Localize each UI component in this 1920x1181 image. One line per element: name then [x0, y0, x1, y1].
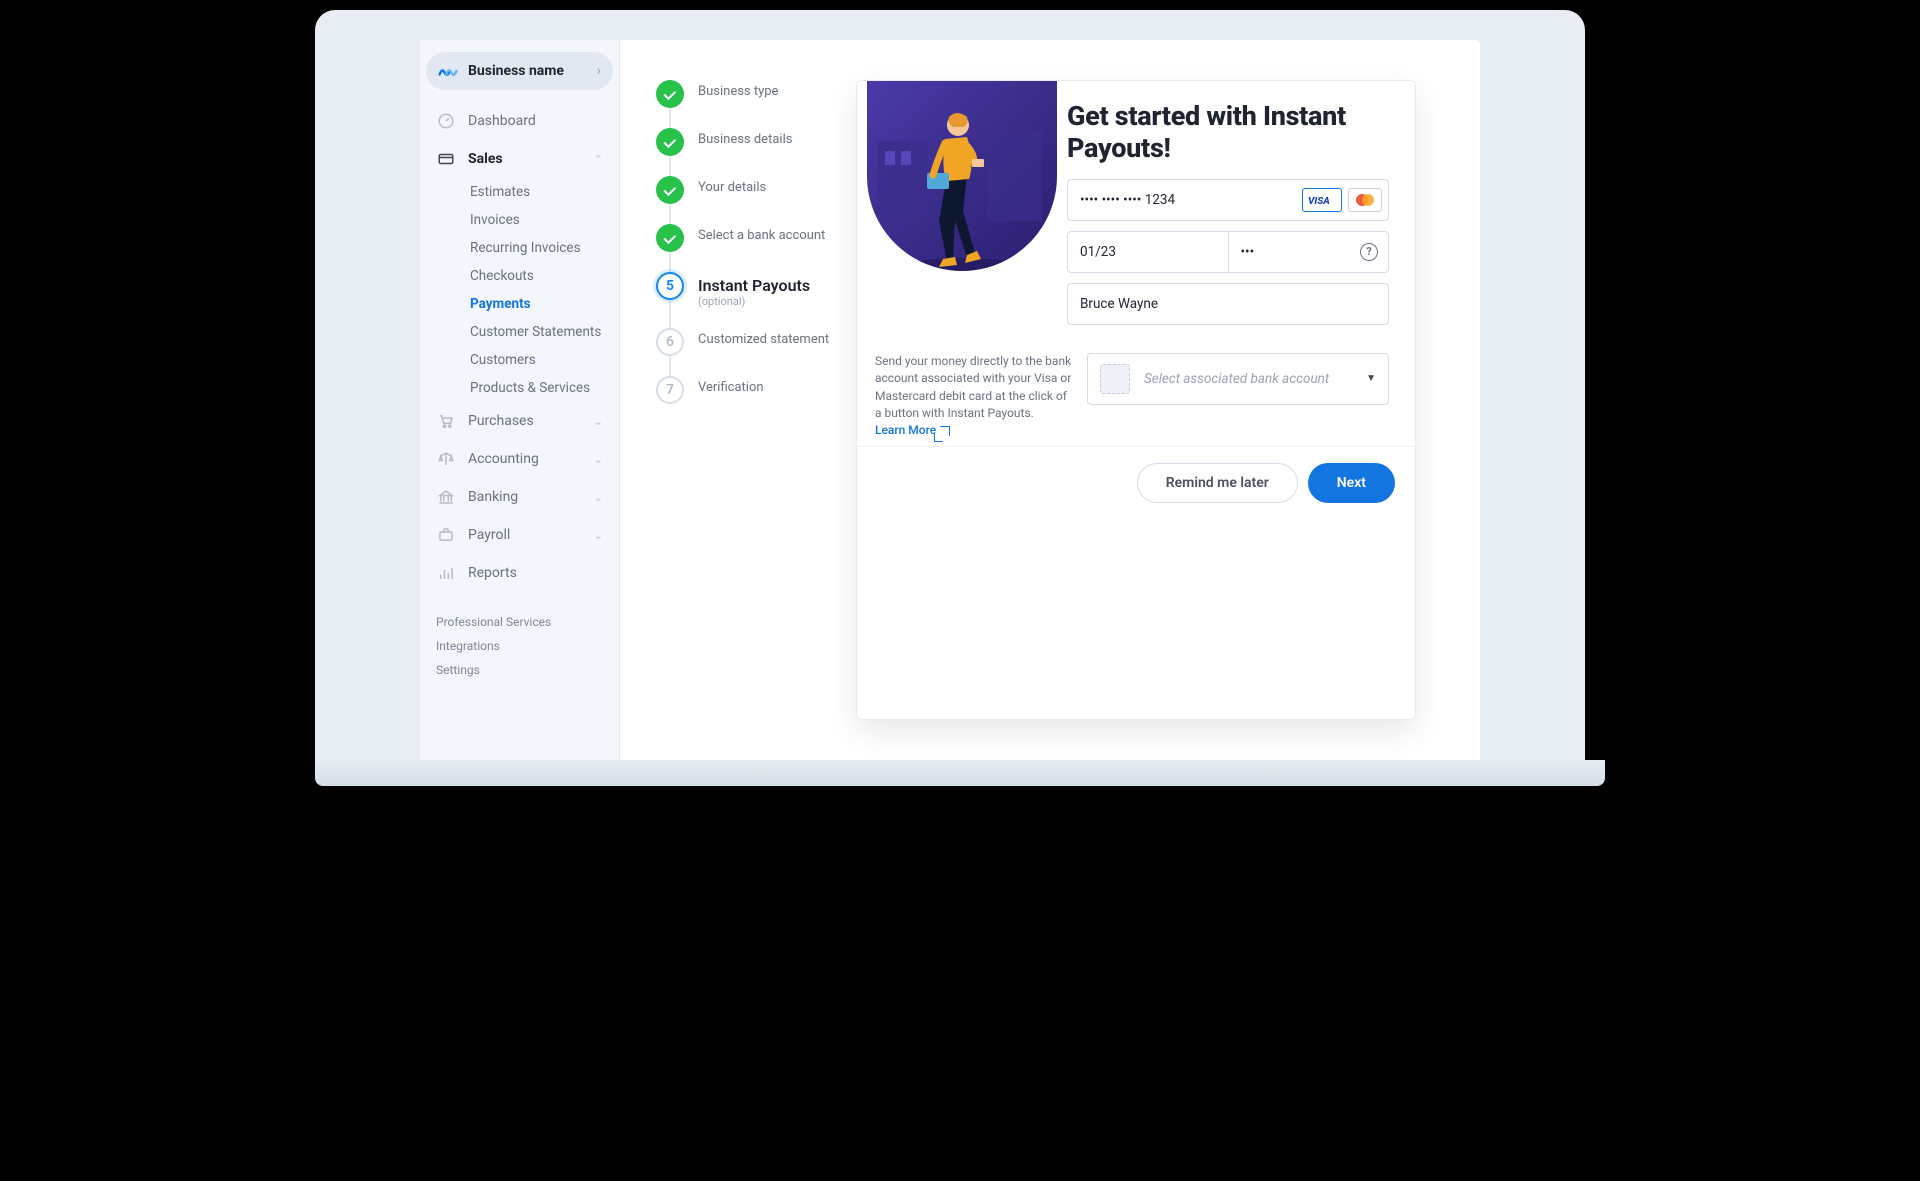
instant-payouts-card: Get started with Instant Payouts! •••• •… [856, 80, 1416, 720]
step-number-icon: 5 [656, 272, 684, 300]
step-customized-statement[interactable]: 6Customized statement [656, 328, 856, 376]
sidebar-item-customer-statements[interactable]: Customer Statements [470, 318, 613, 346]
gauge-icon [436, 111, 456, 131]
step-number-icon: 7 [656, 376, 684, 404]
briefcase-icon [436, 525, 456, 545]
business-name: Business name [468, 63, 597, 79]
visa-icon: VISA [1302, 188, 1342, 212]
learn-more-link[interactable]: Learn More [875, 422, 950, 439]
sidebar-item-estimates[interactable]: Estimates [470, 178, 613, 206]
sidebar-item-payments[interactable]: Payments [470, 290, 613, 318]
sidebar-item-checkouts[interactable]: Checkouts [470, 262, 613, 290]
illustration-person-walking [867, 81, 1057, 271]
caret-down-icon: ▼ [1366, 373, 1376, 384]
svg-text:VISA: VISA [1308, 196, 1330, 205]
chevron-up-icon: ⌃ [594, 153, 603, 166]
sidebar-item-accounting[interactable]: Accounting ⌄ [426, 440, 613, 478]
chevron-down-icon: ⌄ [594, 491, 603, 504]
help-icon[interactable]: ? [1360, 243, 1378, 261]
sidebar-item-products-services[interactable]: Products & Services [470, 374, 613, 402]
sidebar-item-purchases[interactable]: Purchases ⌄ [426, 402, 613, 440]
sidebar-item-recurring-invoices[interactable]: Recurring Invoices [470, 234, 613, 262]
bank-thumbnail-placeholder-icon [1100, 364, 1130, 394]
card-number-field[interactable]: •••• •••• •••• 1234 VISA [1067, 179, 1389, 221]
business-switcher[interactable]: Business name › [426, 52, 613, 90]
sidebar-item-customers[interactable]: Customers [470, 346, 613, 374]
bank-icon [436, 487, 456, 507]
cardholder-name-field[interactable]: Bruce Wayne [1067, 283, 1389, 325]
sidebar-item-reports[interactable]: Reports [426, 554, 613, 592]
main-content: Business type Business details Your deta… [620, 40, 1480, 760]
sidebar-item-invoices[interactable]: Invoices [470, 206, 613, 234]
chevron-down-icon: ⌄ [594, 415, 603, 428]
sidebar-link-integrations[interactable]: Integrations [436, 634, 603, 658]
sidebar-item-dashboard[interactable]: Dashboard [426, 102, 613, 140]
sidebar-link-professional-services[interactable]: Professional Services [436, 610, 603, 634]
sidebar-link-settings[interactable]: Settings [436, 658, 603, 682]
bar-chart-icon [436, 563, 456, 583]
step-number-icon: 6 [656, 328, 684, 356]
step-your-details[interactable]: Your details [656, 176, 856, 224]
chevron-down-icon: ⌄ [594, 453, 603, 466]
card-heading: Get started with Instant Payouts! [1067, 101, 1389, 165]
mastercard-icon [1348, 188, 1382, 212]
remind-later-button[interactable]: Remind me later [1137, 463, 1298, 503]
bank-select-placeholder: Select associated bank account [1144, 371, 1366, 387]
sidebar-item-payroll[interactable]: Payroll ⌄ [426, 516, 613, 554]
cardholder-name-value: Bruce Wayne [1068, 284, 1388, 324]
check-icon [656, 176, 684, 204]
step-business-type[interactable]: Business type [656, 80, 856, 128]
chevron-right-icon: › [597, 63, 601, 79]
card-number-value: •••• •••• •••• 1234 [1068, 180, 1296, 220]
external-link-icon [940, 426, 950, 436]
next-button[interactable]: Next [1308, 463, 1395, 503]
cvc-value: ••• [1229, 232, 1361, 272]
step-select-bank[interactable]: Select a bank account [656, 224, 856, 272]
sidebar-item-sales[interactable]: Sales ⌃ [426, 140, 613, 178]
sidebar: Business name › Dashboard Sales ⌃ Estima… [420, 40, 620, 760]
check-icon [656, 128, 684, 156]
onboarding-steps: Business type Business details Your deta… [656, 80, 856, 720]
step-business-details[interactable]: Business details [656, 128, 856, 176]
expiry-field[interactable]: 01/23 [1067, 231, 1229, 273]
step-verification[interactable]: 7Verification [656, 376, 856, 424]
check-icon [656, 224, 684, 252]
expiry-value: 01/23 [1068, 232, 1228, 272]
sales-submenu: Estimates Invoices Recurring Invoices Ch… [426, 178, 613, 402]
card-description: Send your money directly to the bank acc… [875, 353, 1075, 423]
cart-icon [436, 411, 456, 431]
chevron-down-icon: ⌄ [594, 529, 603, 542]
step-instant-payouts[interactable]: 5Instant Payouts(optional) [656, 272, 856, 328]
sidebar-item-banking[interactable]: Banking ⌄ [426, 478, 613, 516]
scale-icon [436, 449, 456, 469]
bank-account-select[interactable]: Select associated bank account ▼ [1087, 353, 1389, 405]
check-icon [656, 80, 684, 108]
wave-logo-icon [438, 61, 458, 81]
card-icon [436, 149, 456, 169]
cvc-field[interactable]: •••? [1229, 231, 1390, 273]
sidebar-bottom-links: Professional Services Integrations Setti… [426, 602, 613, 690]
